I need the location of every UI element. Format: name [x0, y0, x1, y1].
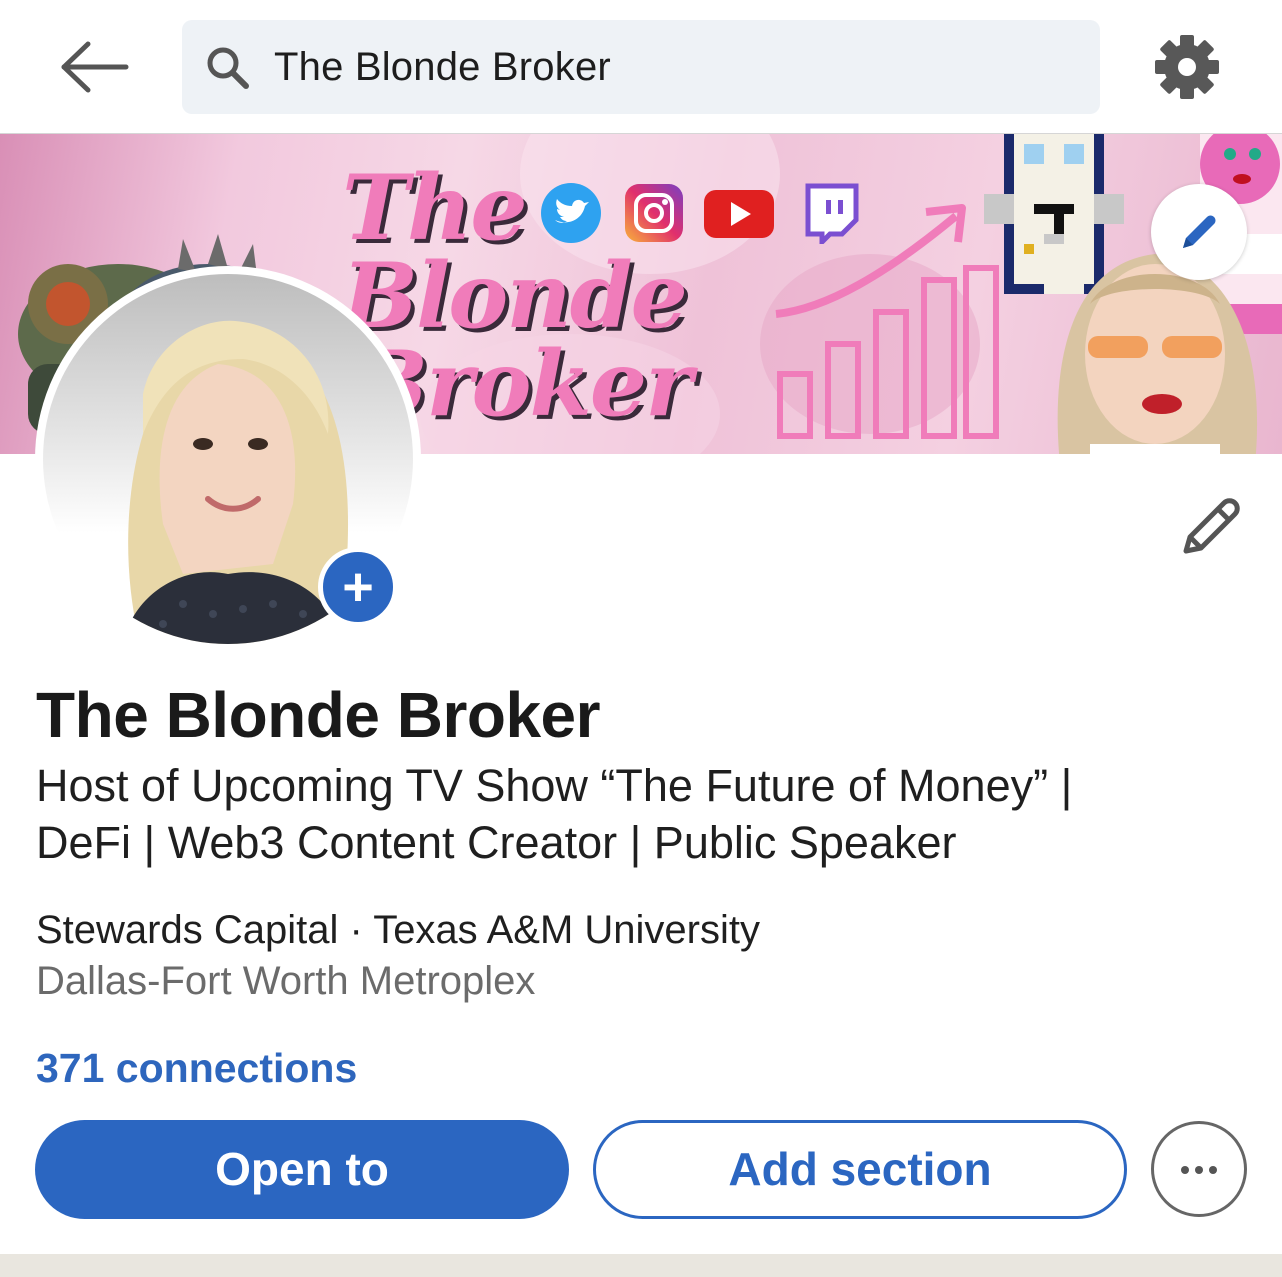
arrow-left-icon: [61, 41, 129, 93]
add-section-button[interactable]: Add section: [593, 1120, 1127, 1219]
growth-chart-graphic: [775, 204, 999, 439]
profile-location: Dallas-Fort Worth Metroplex: [36, 959, 536, 1003]
headline-line: DeFi | Web3 Content Creator | Public Spe…: [36, 817, 957, 868]
plus-icon: +: [342, 557, 374, 617]
more-actions-button[interactable]: [1151, 1121, 1247, 1217]
profile-name: The Blonde Broker: [36, 679, 601, 751]
settings-button[interactable]: [1150, 30, 1224, 104]
pencil-icon: [1183, 498, 1240, 554]
search-icon: [207, 47, 249, 89]
twitter-icon: [541, 183, 601, 243]
search-input[interactable]: The Blonde Broker: [182, 20, 1100, 114]
top-navigation-bar: The Blonde Broker: [0, 0, 1282, 134]
banner-title-line: Blonde: [342, 243, 688, 349]
section-divider: [0, 1254, 1282, 1277]
edit-banner-button[interactable]: [1151, 184, 1247, 280]
profile-organization[interactable]: Stewards Capital · Texas A&M University: [36, 908, 760, 953]
add-photo-button[interactable]: +: [318, 547, 398, 627]
connections-link[interactable]: 371 connections: [36, 1045, 357, 1092]
instagram-icon: [625, 184, 683, 242]
edit-intro-button[interactable]: [1176, 493, 1244, 561]
pencil-icon: [1183, 215, 1216, 248]
search-query-text: The Blonde Broker: [274, 45, 611, 89]
back-button[interactable]: [52, 36, 136, 98]
headline-line: Host of Upcoming TV Show “The Future of …: [36, 760, 1073, 811]
profile-headline: Host of Upcoming TV Show “The Future of …: [36, 757, 1236, 871]
youtube-icon: [704, 190, 774, 238]
open-to-button[interactable]: Open to: [35, 1120, 569, 1219]
gear-icon: [1155, 35, 1219, 99]
